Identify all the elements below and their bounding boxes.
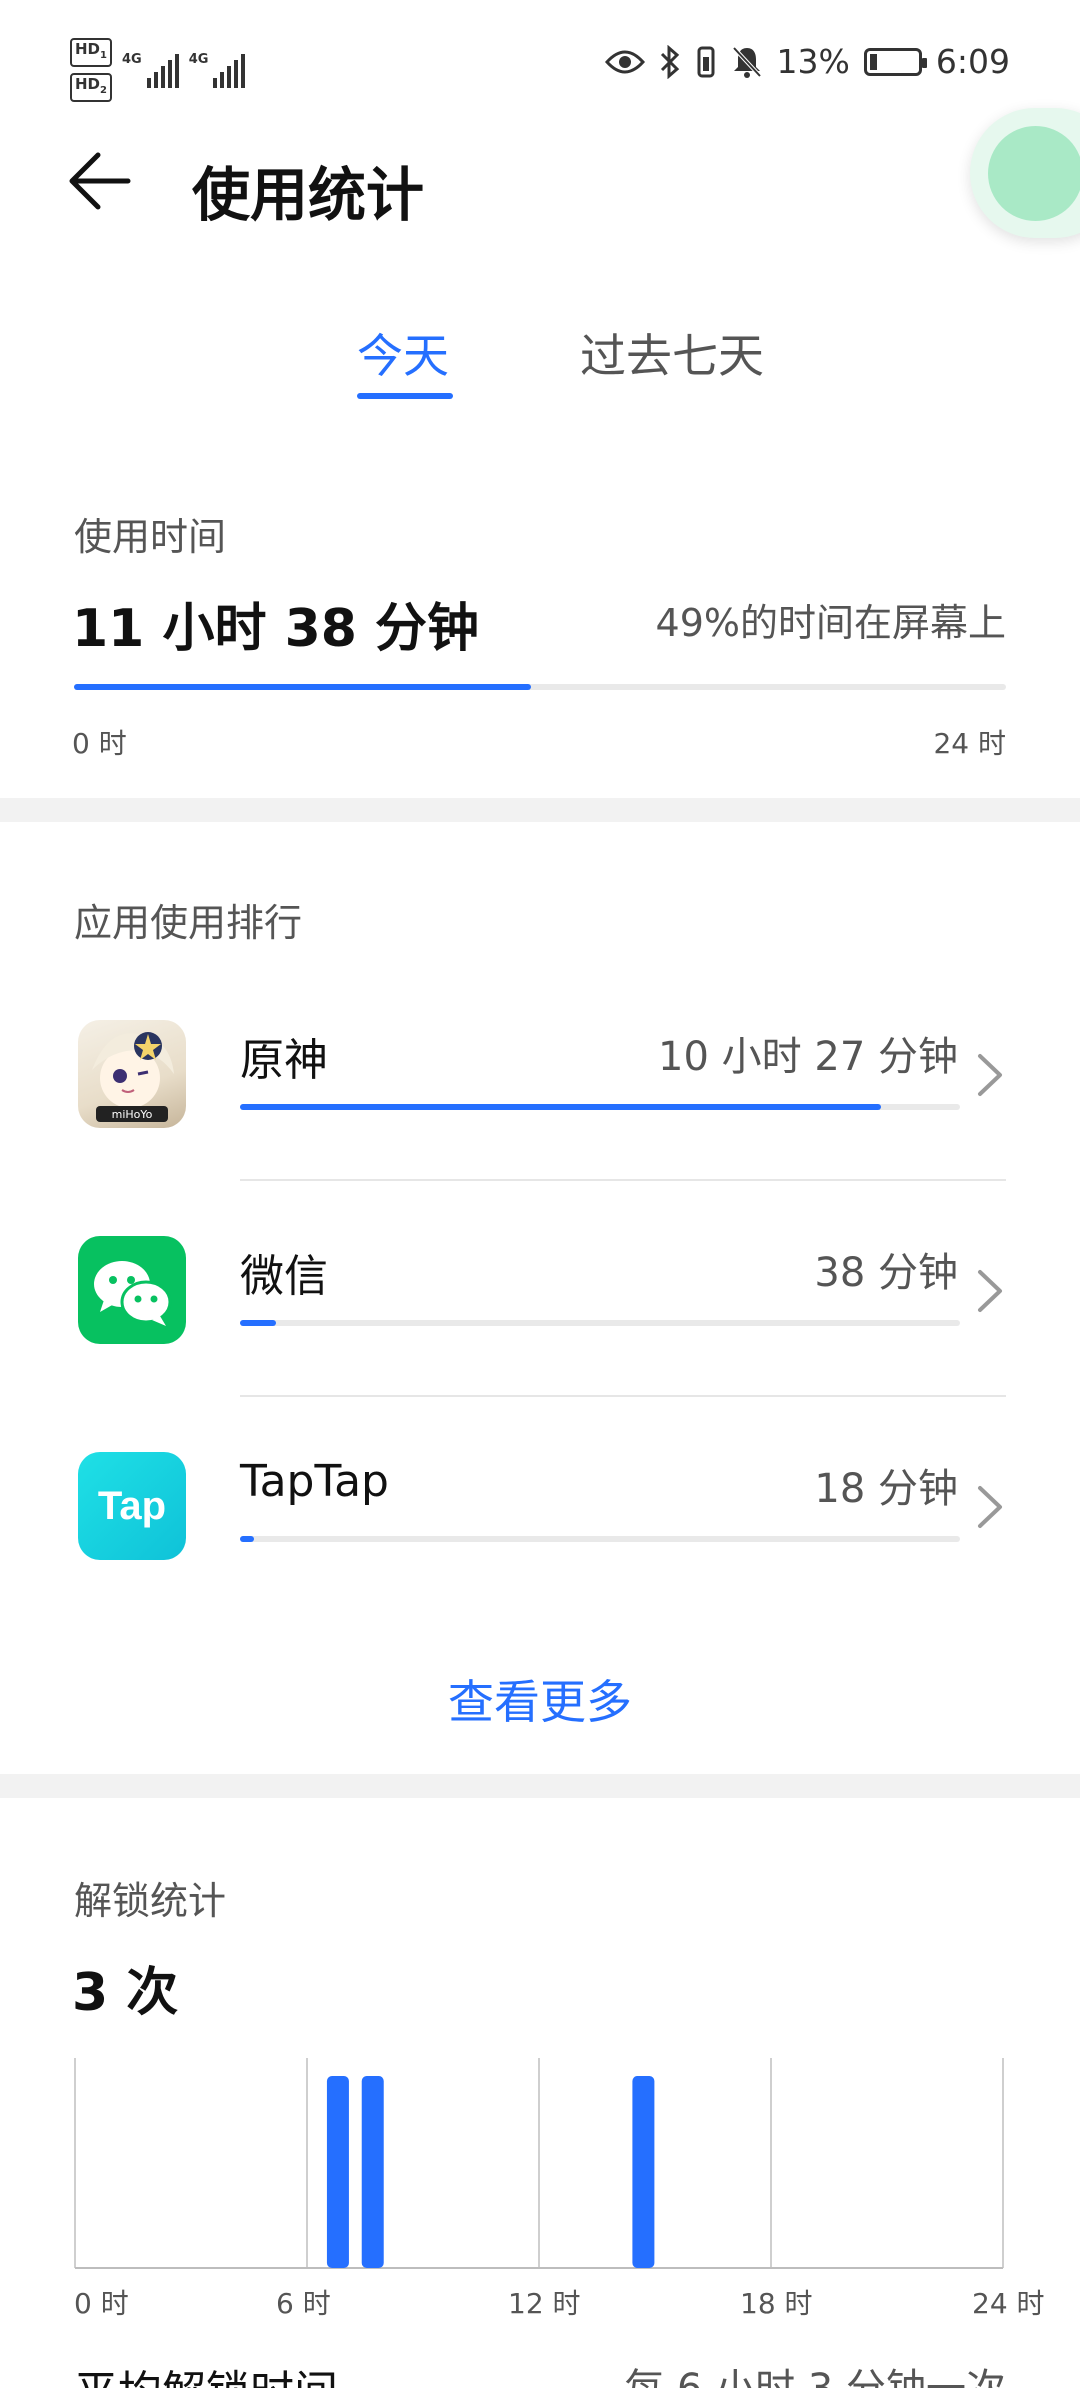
avg-unlock-value: 每 6 小时 3 分钟一次 [624,2356,1006,2388]
usage-progress-fill [74,684,531,690]
active-tab-indicator [357,393,453,399]
unlock-count: 3 次 [72,1963,179,2023]
battery-icon [863,47,927,76]
status-bar: HD1 HD2 4G 4G 13% 6:09 [0,0,1080,130]
app-usage-track [240,1536,960,1542]
usage-total: 11 小时 38 分钟 [72,599,480,659]
wechat-app-icon [78,1236,186,1344]
mute-icon [732,46,761,78]
unlock-bar [326,2076,349,2268]
usage-time-label: 使用时间 [74,515,227,559]
page-title: 使用统计 [192,161,425,229]
app-name: 微信 [240,1251,328,1302]
app-name: TapTap [240,1456,389,1507]
tab-past-seven-days[interactable]: 过去七天 [580,320,764,386]
signal-icon-sim2: 4G [189,52,246,88]
chevron-right-icon [978,1486,1002,1528]
chevron-right-icon [978,1054,1002,1096]
genshin-app-icon: miHoYo [78,1020,186,1128]
app-time: 18 分钟 [814,1466,958,1512]
see-more-button[interactable]: 查看更多 [0,1666,1080,1732]
tab-today[interactable]: 今天 [357,320,449,386]
chart-x-tick-label: 18 时 [740,2287,813,2320]
section-divider [0,1774,1080,1798]
chevron-right-icon [978,1270,1002,1312]
section-divider [0,798,1080,822]
row-separator [240,1179,1006,1181]
sim2-hd-icon: HD2 [70,73,112,102]
taptap-app-icon: Tap [78,1452,186,1560]
chart-x-tick-label: 12 时 [508,2287,581,2320]
ranking-title: 应用使用排行 [74,901,303,945]
unlock-bar [361,2076,384,2268]
app-time: 10 小时 27 分钟 [658,1034,958,1080]
screen-percent-text: 49%的时间在屏幕上 [655,601,1006,645]
clock: 6:09 [935,42,1010,81]
eye-icon [604,50,645,73]
chat-bubble-icon [988,126,1080,221]
app-usage-track [240,1320,960,1326]
back-arrow-icon [69,152,131,210]
chart-x-tick-label: 0 时 [74,2287,129,2320]
bluetooth-icon [660,44,679,79]
row-separator [240,1395,1006,1397]
app-usage-fill [240,1320,276,1326]
app-usage-fill [240,1104,881,1110]
back-button[interactable] [68,146,148,216]
chart-x-tick-label: 24 时 [972,2287,1045,2320]
usage-axis-start: 0 时 [72,727,127,760]
signal-icon-sim1: 4G [122,52,179,88]
chart-x-tick-label: 6 时 [276,2287,331,2320]
app-usage-track [240,1104,960,1110]
app-usage-fill [240,1536,255,1542]
usage-axis-end: 24 时 [933,727,1006,760]
battery-percent: 13% [776,42,850,81]
vibrate-icon [697,46,715,77]
app-name: 原神 [240,1035,328,1086]
unlock-chart [74,2058,1004,2269]
avg-unlock-label: 平均解锁时间 [74,2356,338,2388]
genshin-icon-text: miHoYo [112,1108,153,1121]
unlock-title: 解锁统计 [74,1879,227,1923]
sim1-hd-icon: HD1 [70,38,112,67]
usage-progress-track [74,684,1006,690]
taptap-icon-text: Tap [97,1483,167,1528]
app-time: 38 分钟 [814,1250,958,1296]
unlock-bar [632,2076,655,2268]
